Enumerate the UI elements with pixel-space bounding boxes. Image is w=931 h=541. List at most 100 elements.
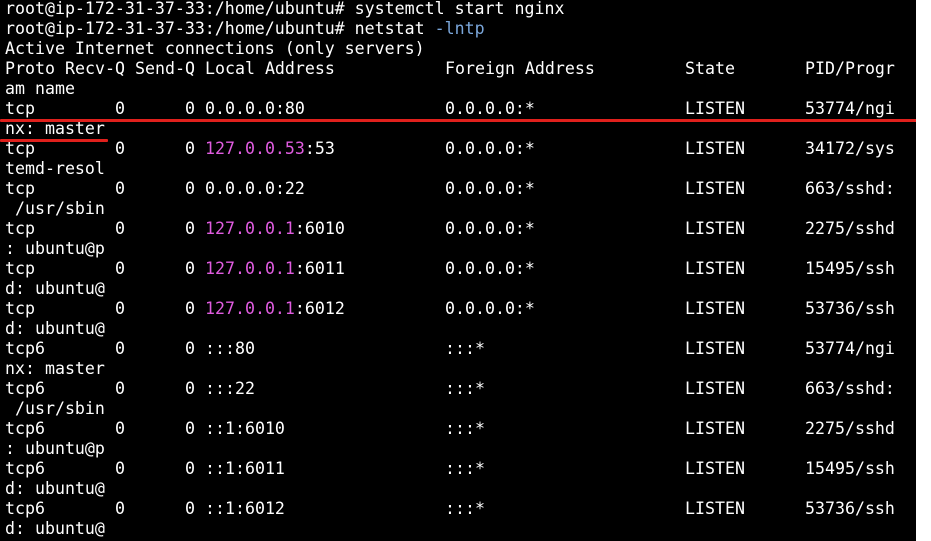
header-proto: Proto [5,59,55,78]
table-row-wrap: d: ubuntu@ [5,519,564,539]
row-local-port: ::1:6011 [205,459,285,478]
row-local-address: 127.0.0.1:6010 [205,219,345,239]
command-line: root@ip-172-31-37-33:/home/ubuntu# netst… [5,19,564,39]
row-sendq: 0 [185,379,195,398]
row-pid-program-wrap: : ubuntu@p [5,439,105,458]
command-line: root@ip-172-31-37-33:/home/ubuntu# syste… [5,0,564,19]
row-foreign-address: 0.0.0.0:* [445,219,535,238]
row-sendq: 0 [185,259,195,278]
row-pid-program: 15495/ssh [805,459,895,478]
row-local-port: :::22 [205,379,255,398]
header-pid-program: PID/Progr [805,59,895,78]
row-proto: tcp6 [5,419,45,438]
row-recvq: 0 [115,379,125,398]
table-row: tcp 0 0 127.0.0.1:6011 0.0.0.0:* LISTEN 15495/… [5,259,895,279]
table-row-wrap: /usr/sbin [5,199,564,219]
row-proto: tcp6 [5,499,45,518]
row-pid-program: 2275/sshd [805,419,895,438]
row-foreign-address: 0.0.0.0:* [445,99,535,118]
row-state: LISTEN [685,299,745,318]
row-sendq: 0 [185,219,195,238]
row-state: LISTEN [685,139,745,158]
row-local-address: :::22 [205,379,255,399]
row-pid-program-wrap: /usr/sbin [5,199,105,218]
table-row-wrap: : ubuntu@p [5,439,564,459]
table-row-wrap: temd-resol [5,159,564,179]
table-row: tcp6 0 0:::22:::* LISTEN 663/sshd: [5,379,895,399]
row-local-port: ::1:6010 [205,419,285,438]
row-local-address: 0.0.0.0:22 [205,179,305,199]
shell-prompt: root@ip-172-31-37-33:/home/ubuntu# [5,19,345,38]
row-recvq: 0 [115,179,125,198]
row-pid-program: 53774/ngi [805,339,895,358]
row-local-ip: 127.0.0.53 [205,139,305,158]
table-header: Proto Recv-Q Send-Q Local Address Foreign Ad… [5,59,895,79]
row-pid-program: 663/sshd: [805,379,895,398]
row-proto: tcp [5,219,35,238]
table-row-wrap: nx: master [5,359,564,379]
row-sendq: 0 [185,99,195,118]
row-foreign-address: :::* [445,339,485,358]
table-row: tcp 0 0 127.0.0.1:6012 0.0.0.0:* LISTEN 53736/… [5,299,895,319]
row-sendq: 0 [185,139,195,158]
row-local-ip: 127.0.0.1 [205,259,295,278]
table-row-wrap: : ubuntu@p [5,239,564,259]
connections-heading: Active Internet connections (only server… [5,39,425,58]
row-recvq: 0 [115,459,125,478]
terminal-window[interactable]: root@ip-172-31-37-33:/home/ubuntu# syste… [0,0,916,541]
command-text: netstat [354,19,425,38]
table-row-wrap: /usr/sbin [5,399,564,419]
table-row-wrap: d: ubuntu@ [5,279,564,299]
row-foreign-address: :::* [445,379,485,398]
row-foreign-address: :::* [445,459,485,478]
row-pid-program: 663/sshd: [805,179,895,198]
output-info-line: Active Internet connections (only server… [5,39,564,59]
row-sendq: 0 [185,419,195,438]
row-pid-program: 53774/ngi [805,99,895,118]
table-row-wrap: nx: master [5,119,564,139]
terminal-output: root@ip-172-31-37-33:/home/ubuntu# syste… [5,0,895,539]
row-local-address: ::1:6012 [205,499,285,519]
row-local-address: ::1:6010 [205,419,285,439]
row-sendq: 0 [185,339,195,358]
row-recvq: 0 [115,139,125,158]
header-foreign-address: Foreign Address [445,59,595,78]
row-proto: tcp [5,299,35,318]
row-proto: tcp6 [5,459,45,478]
command-option: -lntp [434,19,485,38]
row-recvq: 0 [115,259,125,278]
row-local-ip: 0.0.0.0 [205,179,275,198]
row-foreign-address: 0.0.0.0:* [445,179,535,198]
table-row-wrap: d: ubuntu@ [5,319,564,339]
row-local-port: :6010 [294,219,345,238]
row-local-address: 127.0.0.53:53 [205,139,335,159]
annotation-underline-long [0,119,916,122]
row-local-port: :::80 [205,339,255,358]
row-proto: tcp [5,179,35,198]
row-local-port: :80 [274,99,305,118]
row-state: LISTEN [685,339,745,358]
command-text: systemctl start nginx [354,0,565,18]
row-local-address: 0.0.0.0:80 [205,99,305,119]
row-pid-program: 53736/ssh [805,299,895,318]
row-recvq: 0 [115,339,125,358]
row-state: LISTEN [685,459,745,478]
table-row-wrap: d: ubuntu@ [5,479,564,499]
table-row: tcp6 0 0::1:6010:::* LISTEN 2275/sshd [5,419,895,439]
row-sendq: 0 [185,499,195,518]
row-state: LISTEN [685,179,745,198]
annotation-underline-short [0,139,108,142]
row-state: LISTEN [685,259,745,278]
table-row: tcp 0 0 127.0.0.53:53 0.0.0.0:* LISTEN 34172/s… [5,139,895,159]
row-recvq: 0 [115,419,125,438]
row-pid-program-wrap: nx: master [5,119,105,138]
header-recvq: Recv-Q [65,59,125,78]
table-row: tcp6 0 0:::80:::* LISTEN 53774/ngi [5,339,895,359]
row-pid-program-wrap: d: ubuntu@ [5,519,105,538]
row-local-port: :53 [304,139,335,158]
header-state: State [685,59,735,78]
row-recvq: 0 [115,499,125,518]
row-local-address: ::1:6011 [205,459,285,479]
row-pid-program-wrap: /usr/sbin [5,399,105,418]
row-local-port: ::1:6012 [205,499,285,518]
